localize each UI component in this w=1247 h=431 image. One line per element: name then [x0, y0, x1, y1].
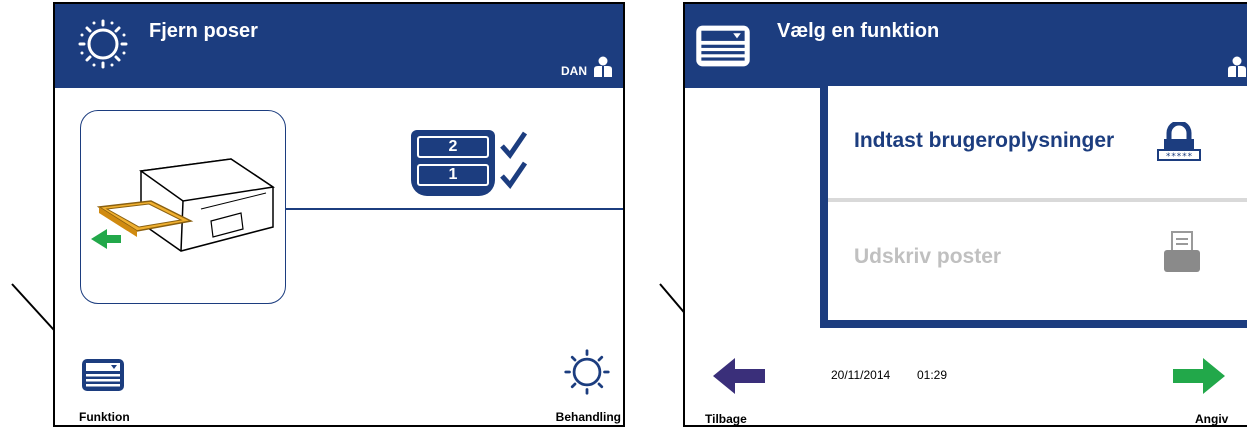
printer-icon: [1164, 231, 1200, 272]
processing-label: Behandling: [555, 410, 621, 424]
arrow-left-icon: [713, 358, 765, 394]
user-name: DAN: [561, 64, 587, 78]
user-icon: [594, 56, 612, 77]
rack-levels: 2 1: [411, 130, 495, 196]
page-title: Vælg en funktion: [777, 20, 940, 42]
lock-icon: *****: [1157, 122, 1201, 162]
rack-level-1: 1: [417, 164, 489, 186]
page-title: Fjern poser: [149, 20, 258, 42]
user-indicator: DAN: [561, 56, 613, 78]
function-menu-icon: [82, 359, 124, 391]
next-label: Angiv: [1195, 412, 1229, 426]
function-label: Funktion: [79, 410, 130, 424]
function-menu-icon: [696, 25, 750, 67]
sun-processing-icon: [78, 19, 128, 69]
checkmark-icon: [500, 131, 528, 160]
menu-item-enter-user-info[interactable]: Indtast brugeroplysninger *****: [828, 86, 1247, 196]
checkmark-icon: [500, 161, 528, 190]
sun-processing-icon: [564, 349, 610, 395]
arrow-right-icon: [1173, 358, 1225, 394]
processing-button[interactable]: Behandling: [517, 344, 621, 424]
select-function-screen: Vælg en funktion Indtast brugeroplysning…: [683, 2, 1247, 427]
instrument-drawer-out-icon: [91, 158, 276, 252]
back-label: Tilbage: [705, 412, 747, 426]
menu-item-label: Udskriv poster: [854, 245, 1002, 268]
time-display: 01:29: [917, 368, 948, 382]
screen-header: Fjern poser DAN: [55, 4, 623, 88]
user-icon: [1228, 56, 1246, 77]
instrument-illustration: [80, 110, 286, 304]
svg-text:*****: *****: [1165, 152, 1192, 162]
rack-level-2: 2: [417, 136, 489, 158]
screen-header: Vælg en funktion: [685, 4, 1247, 88]
menu-item-print-records[interactable]: Udskriv poster: [828, 202, 1247, 312]
back-button[interactable]: Tilbage: [701, 354, 781, 426]
divider-line: [286, 208, 623, 210]
date-display: 20/11/2014: [831, 368, 891, 382]
remove-bags-screen: Fjern poser DAN 2 1 Funktion Behandling: [53, 2, 625, 427]
menu-item-label: Indtast brugeroplysninger: [854, 129, 1115, 152]
function-menu: Indtast brugeroplysninger ***** Udskriv …: [820, 86, 1247, 328]
next-button[interactable]: Angiv: [1155, 354, 1247, 426]
function-button[interactable]: Funktion: [67, 354, 157, 424]
